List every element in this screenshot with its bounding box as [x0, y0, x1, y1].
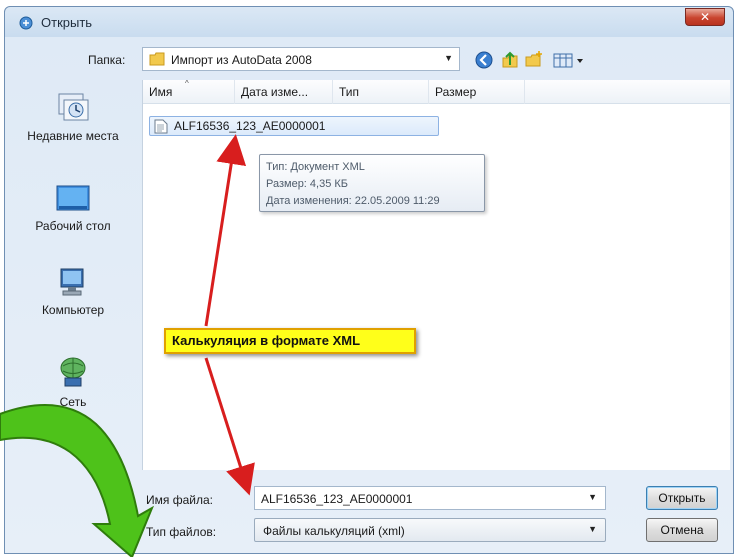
- look-in-dropdown[interactable]: Импорт из AutoData 2008 ▼: [142, 47, 460, 71]
- recent-places-icon: [58, 93, 89, 121]
- file-info-tooltip: Тип: Документ XML Размер: 4,35 КБ Дата и…: [259, 154, 485, 212]
- computer-icon: [60, 268, 84, 296]
- column-header-type[interactable]: Тип: [333, 80, 429, 104]
- column-header-size[interactable]: Размер: [429, 80, 525, 104]
- list-item[interactable]: ALF16536_123_AE0000001: [149, 116, 439, 136]
- places-bar: Недавние места Рабочий стол Компьютер Се…: [4, 80, 142, 472]
- close-icon: ✕: [699, 10, 711, 24]
- tooltip-type: Тип: Документ XML: [266, 161, 365, 173]
- column-size-label: Размер: [435, 85, 477, 99]
- look-in-value: Импорт из AutoData 2008: [171, 53, 312, 67]
- desktop-icon: [56, 185, 90, 211]
- new-folder-icon[interactable]: [524, 50, 544, 70]
- file-name-label: Имя файла:: [146, 493, 213, 507]
- column-date-label: Дата изме...: [241, 85, 309, 99]
- place-desktop[interactable]: Рабочий стол: [4, 184, 142, 235]
- file-type-label: Тип файлов:: [146, 525, 217, 539]
- folder-icon: [149, 52, 165, 66]
- file-type-value: Файлы калькуляций (xml): [263, 524, 405, 538]
- place-computer[interactable]: Компьютер: [4, 266, 142, 319]
- place-label-recent: Недавние места: [27, 129, 119, 143]
- title-bar: Открыть ✕: [5, 7, 733, 37]
- file-name-input[interactable]: ALF16536_123_AE0000001 ▼: [254, 486, 606, 510]
- window-title: Открыть: [41, 15, 93, 30]
- xml-file-icon: [154, 119, 168, 134]
- column-header-name[interactable]: Имя ^: [143, 79, 235, 104]
- column-name-label: Имя: [149, 85, 173, 99]
- column-header-date[interactable]: Дата изме...: [235, 80, 333, 104]
- file-name-value: ALF16536_123_AE0000001: [261, 492, 413, 506]
- cancel-button[interactable]: Отмена: [646, 518, 718, 542]
- chevron-down-icon: ▼: [588, 524, 597, 534]
- annotation-callout: Калькуляция в формате XML: [164, 328, 416, 354]
- file-name: ALF16536_123_AE0000001: [174, 119, 326, 133]
- chevron-down-icon: ▼: [444, 53, 453, 63]
- network-icon: [60, 357, 86, 387]
- file-type-dropdown[interactable]: Файлы калькуляций (xml) ▼: [254, 518, 606, 542]
- file-list[interactable]: Имя ^ Дата изме... Тип Размер ALF16536_1…: [142, 79, 730, 470]
- app-icon: [19, 16, 33, 30]
- close-button[interactable]: ✕: [685, 8, 725, 26]
- place-recent[interactable]: Недавние места: [4, 90, 142, 145]
- column-headers: Имя ^ Дата изме... Тип Размер: [143, 79, 730, 104]
- up-folder-icon[interactable]: [500, 50, 520, 70]
- chevron-down-icon[interactable]: ▼: [588, 492, 597, 502]
- views-menu-icon[interactable]: [552, 50, 588, 70]
- place-label-computer: Компьютер: [41, 303, 105, 317]
- place-label-desktop: Рабочий стол: [35, 219, 111, 233]
- place-label-network: Сеть: [59, 395, 87, 409]
- back-icon[interactable]: [474, 50, 494, 70]
- open-button[interactable]: Открыть: [646, 486, 718, 510]
- place-network[interactable]: Сеть: [4, 356, 142, 411]
- tooltip-size: Размер: 4,35 КБ: [266, 178, 349, 190]
- column-type-label: Тип: [339, 85, 360, 99]
- sort-ascending-icon: ^: [185, 79, 189, 88]
- tooltip-date: Дата изменения: 22.05.2009 11:29: [266, 195, 440, 207]
- look-in-label: Папка:: [88, 53, 126, 67]
